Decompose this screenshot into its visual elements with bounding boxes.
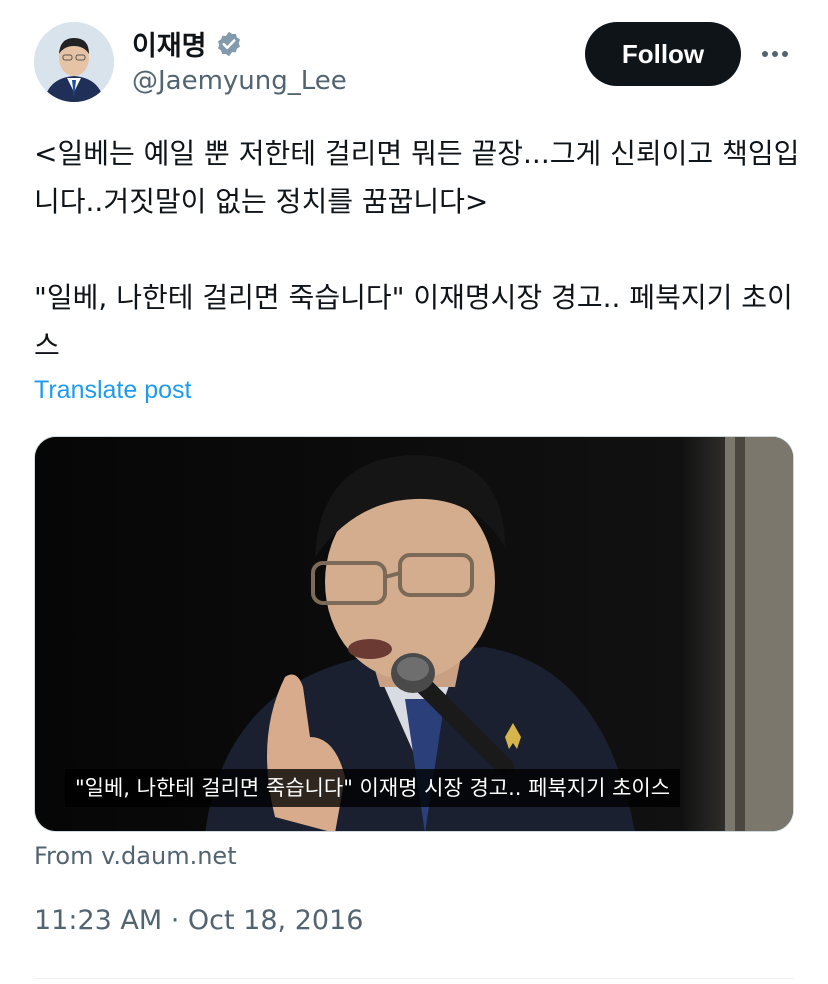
divider [34, 978, 794, 979]
author-name-row[interactable]: 이재명 [132, 24, 243, 63]
translate-post-link[interactable]: Translate post [34, 376, 191, 405]
post-timestamp[interactable]: 11:23 AM · Oct 18, 2016 [34, 905, 363, 936]
source-link[interactable]: From v.daum.net [34, 842, 237, 870]
more-icon[interactable] [755, 38, 795, 70]
follow-button[interactable]: Follow [585, 22, 741, 86]
video-caption: "일베, 나한테 걸리면 죽습니다" 이재명 시장 경고.. 페북지기 초이스 [65, 769, 681, 807]
tweet-text: <일베는 예일 뿐 저한테 걸리면 뭐든 끝장...그게 신뢰이고 책임입니다.… [34, 130, 804, 370]
author-handle[interactable]: @Jaemyung_Lee [132, 66, 347, 96]
avatar-image [34, 22, 114, 102]
tweet-text-line: <일베는 예일 뿐 저한테 걸리면 뭐든 끝장...그게 신뢰이고 책임입니다.… [34, 137, 800, 218]
tweet-text-line: "일베, 나한테 걸리면 죽습니다" 이재명시장 경고.. 페북지기 초이스 [34, 281, 793, 362]
display-name[interactable]: 이재명 [132, 24, 207, 63]
media-card[interactable]: "일베, 나한테 걸리면 죽습니다" 이재명 시장 경고.. 페북지기 초이스 [34, 436, 794, 832]
tweet-detail: 이재명 @Jaemyung_Lee Follow <일베는 예일 뿐 저한테 걸… [0, 0, 828, 984]
verified-badge-icon[interactable] [215, 30, 243, 58]
avatar[interactable] [34, 22, 114, 102]
